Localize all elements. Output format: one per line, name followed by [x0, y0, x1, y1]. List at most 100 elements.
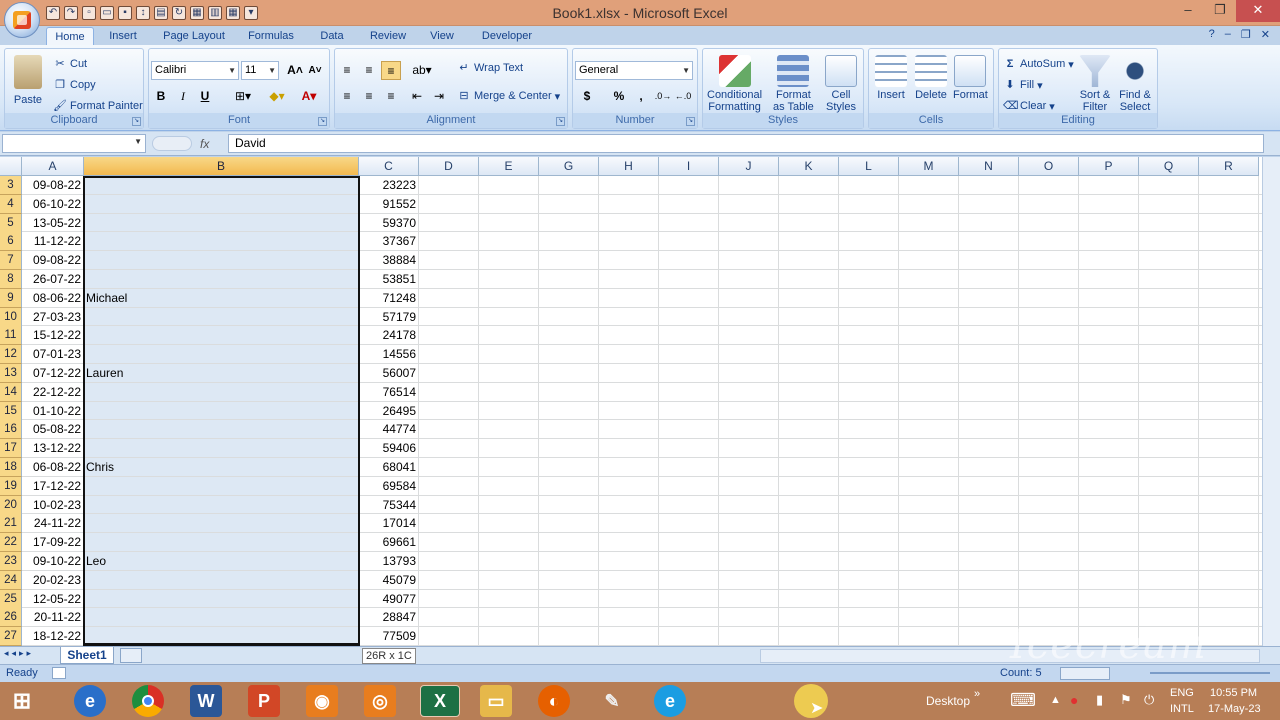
tab-page-layout[interactable]: Page Layout: [158, 27, 230, 46]
row-header[interactable]: 27: [0, 627, 22, 646]
office-button[interactable]: [4, 2, 40, 38]
cell-date[interactable]: 07-01-23: [22, 345, 83, 364]
row-header[interactable]: 10: [0, 307, 22, 327]
cell-amount[interactable]: 53851: [359, 270, 418, 289]
column-header[interactable]: N: [959, 157, 1019, 176]
cell-date[interactable]: 09-10-22: [22, 552, 83, 571]
align-middle-icon[interactable]: ≡: [359, 61, 379, 80]
italic-button[interactable]: I: [173, 87, 193, 106]
cell-amount[interactable]: 44774: [359, 420, 418, 439]
row-header[interactable]: 11: [0, 326, 22, 346]
number-launcher-icon[interactable]: ↘: [686, 117, 695, 126]
delete-cells-button[interactable]: Delete: [915, 55, 947, 101]
row-header[interactable]: 13: [0, 364, 22, 383]
row-header[interactable]: 6: [0, 232, 22, 252]
recorder-icon[interactable]: ◉: [306, 685, 338, 717]
decrease-decimal-icon[interactable]: ←.0: [673, 87, 693, 106]
cell-amount[interactable]: 77509: [359, 627, 418, 646]
cell-date[interactable]: 22-12-22: [22, 383, 83, 402]
column-header[interactable]: B: [84, 157, 359, 176]
paint-icon[interactable]: ✎: [596, 685, 628, 717]
row-header[interactable]: 5: [0, 213, 22, 233]
word-icon[interactable]: W: [190, 685, 222, 717]
cell-date[interactable]: 26-07-22: [22, 270, 83, 289]
column-header[interactable]: C: [359, 157, 419, 176]
tab-developer[interactable]: Developer: [474, 27, 540, 46]
cell-styles-button[interactable]: Cell Styles: [825, 55, 857, 113]
tab-view[interactable]: View: [422, 27, 462, 46]
cell-date[interactable]: 13-12-22: [22, 439, 83, 458]
file-explorer-icon[interactable]: ▭: [480, 685, 512, 717]
format-painter-button[interactable]: 🖌 Format Painter: [53, 99, 143, 113]
cell-amount[interactable]: 56007: [359, 364, 418, 383]
column-header[interactable]: O: [1019, 157, 1079, 176]
align-left-icon[interactable]: ≡: [337, 87, 357, 106]
row-header[interactable]: 8: [0, 270, 22, 289]
toolbar-expand-icon[interactable]: »: [974, 688, 980, 700]
column-header[interactable]: G: [539, 157, 599, 176]
desktop-toolbar[interactable]: Desktop: [926, 694, 970, 708]
cell-amount[interactable]: 68041: [359, 458, 418, 477]
cell-amount[interactable]: 76514: [359, 383, 418, 402]
find-select-button[interactable]: Find & Select: [1119, 55, 1151, 113]
orientation-icon[interactable]: ab▾: [409, 61, 435, 80]
power-icon[interactable]: ⏻: [1144, 692, 1154, 708]
cell-amount[interactable]: 24178: [359, 326, 418, 345]
zoom-slider[interactable]: [1150, 672, 1270, 674]
column-header[interactable]: K: [779, 157, 839, 176]
column-header[interactable]: R: [1199, 157, 1259, 176]
clipboard-launcher-icon[interactable]: ↘: [132, 117, 141, 126]
font-color-icon[interactable]: A▾: [295, 87, 323, 106]
fill-button[interactable]: ⬇ Fill ▾: [1003, 78, 1042, 92]
align-right-icon[interactable]: ≡: [381, 87, 401, 106]
number-format-select[interactable]: General ▼: [575, 61, 693, 80]
ribbon-restore-icon[interactable]: ❐: [1241, 28, 1251, 41]
insert-sheet-icon[interactable]: [120, 648, 142, 663]
cell-amount[interactable]: 26495: [359, 402, 418, 421]
cell-amount[interactable]: 28847: [359, 608, 418, 627]
cell-amount[interactable]: 38884: [359, 251, 418, 270]
flag-icon[interactable]: ⚑: [1120, 692, 1132, 708]
fill-color-icon[interactable]: ◆▾: [263, 87, 291, 106]
cell-amount[interactable]: 69584: [359, 477, 418, 496]
cell-date[interactable]: 11-12-22: [22, 232, 83, 251]
view-buttons[interactable]: [1060, 667, 1110, 680]
increase-decimal-icon[interactable]: .0→: [653, 87, 673, 106]
column-header[interactable]: A: [22, 157, 84, 176]
cell-date[interactable]: 15-12-22: [22, 326, 83, 345]
cell-amount[interactable]: 71248: [359, 289, 418, 308]
cell-amount[interactable]: 37367: [359, 232, 418, 251]
autosum-button[interactable]: Σ AutoSum ▾: [1003, 57, 1074, 71]
name-box[interactable]: ▼: [2, 134, 146, 153]
row-header[interactable]: 20: [0, 495, 22, 515]
column-header[interactable]: P: [1079, 157, 1139, 176]
clear-button[interactable]: ⌫ Clear ▾: [1003, 99, 1055, 113]
cell-amount[interactable]: 23223: [359, 176, 418, 195]
close-button[interactable]: ✕: [1236, 0, 1280, 22]
row-header[interactable]: 7: [0, 251, 22, 271]
tab-review[interactable]: Review: [364, 27, 412, 46]
cell-amount[interactable]: 13793: [359, 552, 418, 571]
cell-date[interactable]: 05-08-22: [22, 420, 83, 439]
cell-date[interactable]: 13-05-22: [22, 214, 83, 233]
underline-button[interactable]: U: [195, 87, 215, 106]
cell-date[interactable]: 17-09-22: [22, 533, 83, 552]
cell-date[interactable]: 10-02-23: [22, 496, 83, 515]
cell-amount[interactable]: 91552: [359, 195, 418, 214]
row-header[interactable]: 12: [0, 345, 22, 365]
currency-button[interactable]: $: [577, 87, 597, 106]
row-header[interactable]: 26: [0, 608, 22, 628]
edge-icon[interactable]: e: [654, 685, 686, 717]
row-header[interactable]: 16: [0, 420, 22, 440]
shrink-font-icon[interactable]: A˅: [305, 61, 325, 80]
cell-date[interactable]: 20-02-23: [22, 571, 83, 590]
insert-cells-button[interactable]: Insert: [875, 55, 907, 101]
wrap-text-button[interactable]: ↵ Wrap Text: [457, 61, 523, 75]
cell-date[interactable]: 24-11-22: [22, 514, 83, 533]
cell-amount[interactable]: 75344: [359, 496, 418, 515]
row-header[interactable]: 21: [0, 514, 22, 534]
cell-date[interactable]: 20-11-22: [22, 608, 83, 627]
cell-amount[interactable]: 69661: [359, 533, 418, 552]
cell-amount[interactable]: 45079: [359, 571, 418, 590]
format-cells-button[interactable]: Format: [953, 55, 988, 101]
